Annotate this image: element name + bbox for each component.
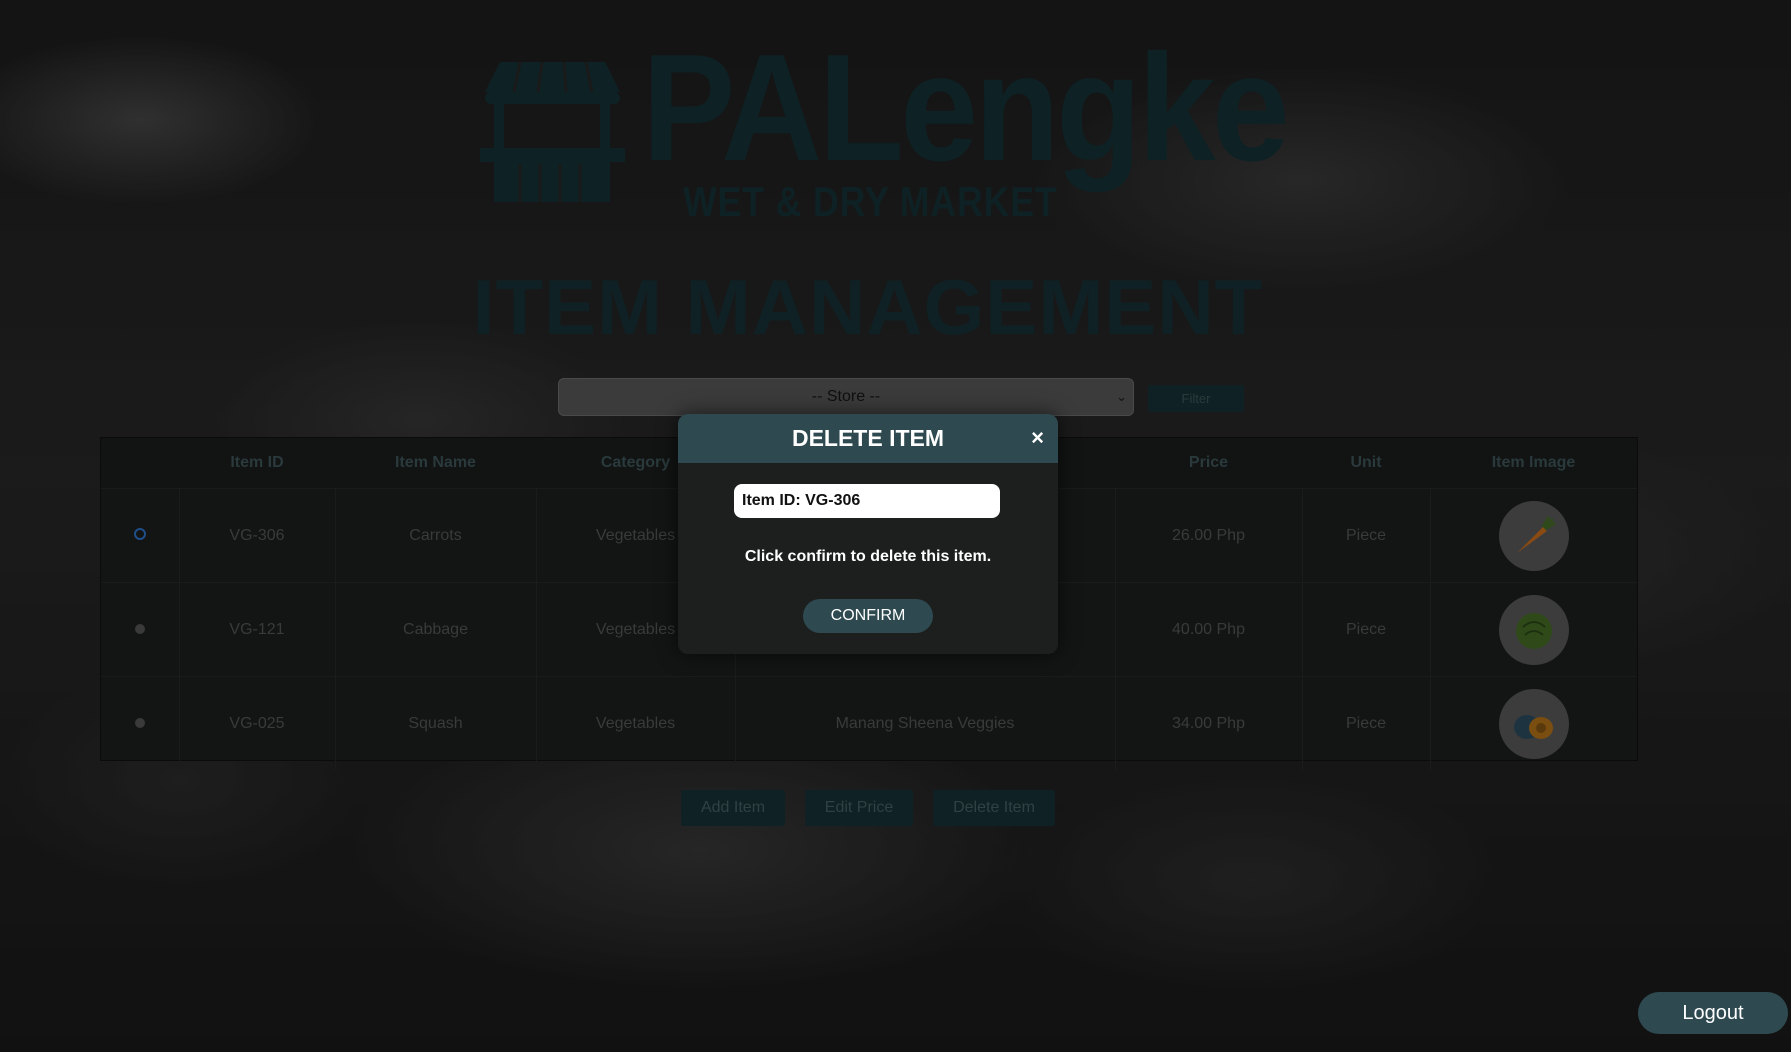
- market-stall-icon: [480, 61, 625, 202]
- column-header-unit: Unit: [1302, 438, 1430, 489]
- cell-item-name: Cabbage: [335, 582, 537, 677]
- delete-item-dialog: DELETE ITEM × Click confirm to delete th…: [678, 414, 1058, 654]
- cell-price: 34.00 Php: [1115, 676, 1303, 770]
- dialog-header: DELETE ITEM ×: [678, 414, 1058, 463]
- row-select-radio[interactable]: [134, 623, 145, 634]
- cell-price: 26.00 Php: [1115, 488, 1303, 583]
- row-select-radio[interactable]: [134, 717, 145, 728]
- table-row[interactable]: VG-025 Squash Vegetables Manang Sheena V…: [101, 676, 1637, 770]
- store-select[interactable]: -- Store -- ⌄: [558, 378, 1134, 416]
- brand-name: PALengke: [642, 23, 1290, 193]
- confirm-button[interactable]: CONFIRM: [803, 599, 933, 633]
- cell-item-name: Squash: [335, 676, 537, 770]
- column-header-item-id: Item ID: [179, 438, 335, 489]
- column-header-item-image: Item Image: [1430, 438, 1637, 489]
- logout-button[interactable]: Logout: [1638, 992, 1788, 1034]
- cell-unit: Piece: [1302, 488, 1431, 583]
- page-title: ITEM MANAGEMENT: [472, 263, 1264, 351]
- cell-unit: Piece: [1302, 676, 1431, 770]
- carrot-icon: [1498, 500, 1569, 571]
- column-header-select: [101, 438, 179, 489]
- delete-item-button[interactable]: Delete Item: [933, 790, 1055, 826]
- filter-button[interactable]: Filter: [1148, 385, 1244, 412]
- dialog-message: Click confirm to delete this item.: [744, 548, 992, 565]
- add-item-button[interactable]: Add Item: [681, 790, 785, 826]
- cell-item-id: VG-306: [179, 488, 336, 583]
- cell-item-name: Carrots: [335, 488, 537, 583]
- column-header-item-name: Item Name: [335, 438, 536, 489]
- brand-tagline: WET & DRY MARKET: [683, 178, 1058, 225]
- column-header-price: Price: [1115, 438, 1302, 489]
- cell-unit: Piece: [1302, 582, 1431, 677]
- chevron-down-icon: ⌄: [1116, 389, 1127, 404]
- row-select-radio[interactable]: [133, 527, 146, 540]
- dialog-title: DELETE ITEM: [791, 425, 945, 451]
- cell-price: 40.00 Php: [1115, 582, 1303, 677]
- cell-store: Manang Sheena Veggies: [735, 676, 1116, 770]
- cell-item-id: VG-025: [179, 676, 336, 770]
- close-icon[interactable]: ×: [1031, 427, 1044, 449]
- cabbage-icon: [1498, 594, 1569, 665]
- squash-icon: [1498, 688, 1569, 759]
- cell-category: Vegetables: [536, 676, 736, 770]
- store-select-value: -- Store --: [811, 388, 881, 405]
- edit-price-button[interactable]: Edit Price: [805, 790, 913, 826]
- cell-item-id: VG-121: [179, 582, 336, 677]
- item-id-field[interactable]: [734, 484, 1000, 518]
- brand-logo: PALengke WET & DRY MARKET: [480, 32, 1290, 225]
